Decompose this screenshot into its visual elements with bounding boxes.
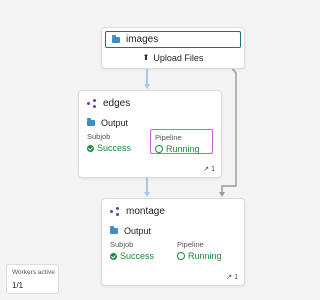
pipeline-status[interactable]: Pipeline Running [150, 129, 213, 154]
pipeline-name: edges [103, 98, 131, 109]
output-repo[interactable]: Output [79, 109, 221, 128]
subjob-label: Subjob [110, 240, 134, 249]
trend-icon: ↗ [203, 166, 210, 173]
subjob-value: Success [120, 251, 155, 261]
folder-icon [112, 34, 120, 43]
subjob-status[interactable]: Subjob Success [83, 129, 146, 154]
output-repo[interactable]: Output [102, 217, 244, 236]
subjob-status[interactable]: Subjob Success [106, 237, 169, 262]
workers-active-panel: Workers active 1/1 [6, 264, 59, 294]
pipeline-title[interactable]: edges [79, 91, 221, 109]
job-count[interactable]: ↗ 1 [203, 165, 215, 173]
edge-images-montage [221, 66, 237, 194]
success-icon [87, 144, 94, 152]
pipeline-label: Pipeline [177, 240, 204, 249]
upload-files-button[interactable]: ⬆ Upload Files [102, 48, 244, 67]
success-icon [110, 252, 117, 260]
running-icon [177, 252, 185, 260]
edge-arrow [219, 192, 225, 197]
output-label: Output [101, 118, 129, 128]
job-count-value: 1 [211, 166, 215, 173]
pipeline-status[interactable]: Pipeline Running [173, 237, 236, 262]
folder-icon [87, 118, 95, 126]
subjob-value: Success [97, 143, 132, 153]
output-label: Output [124, 226, 152, 236]
job-count-value: 1 [234, 274, 238, 281]
pipeline-label: Pipeline [155, 133, 182, 142]
dag-canvas[interactable]: images ⬆ Upload Files edges Output Subjo… [0, 0, 280, 300]
repo-header[interactable]: images [105, 31, 241, 48]
pipeline-value: Running [188, 251, 222, 261]
running-icon [155, 145, 163, 153]
pipeline-icon [87, 99, 98, 108]
upload-label: Upload Files [153, 52, 204, 63]
upload-icon: ⬆ [142, 53, 150, 62]
workers-label: Workers active [12, 269, 55, 276]
edge-arrow [144, 84, 150, 89]
repo-node-images[interactable]: images ⬆ Upload Files [101, 27, 245, 69]
trend-icon: ↗ [226, 274, 233, 281]
repo-name: images [126, 34, 159, 45]
pipeline-value: Running [166, 144, 200, 154]
workers-value: 1/1 [12, 281, 24, 290]
job-count[interactable]: ↗ 1 [226, 273, 238, 281]
edge-arrow [144, 192, 150, 197]
subjob-label: Subjob [87, 132, 111, 141]
pipeline-icon [110, 207, 121, 216]
pipeline-title[interactable]: montage [102, 199, 244, 217]
pipeline-node-montage[interactable]: montage Output Subjob Success Pipeline R… [101, 198, 245, 286]
pipeline-node-edges[interactable]: edges Output Subjob Success Pipeline Run… [78, 90, 222, 178]
pipeline-name: montage [126, 206, 165, 217]
folder-icon [110, 226, 118, 234]
